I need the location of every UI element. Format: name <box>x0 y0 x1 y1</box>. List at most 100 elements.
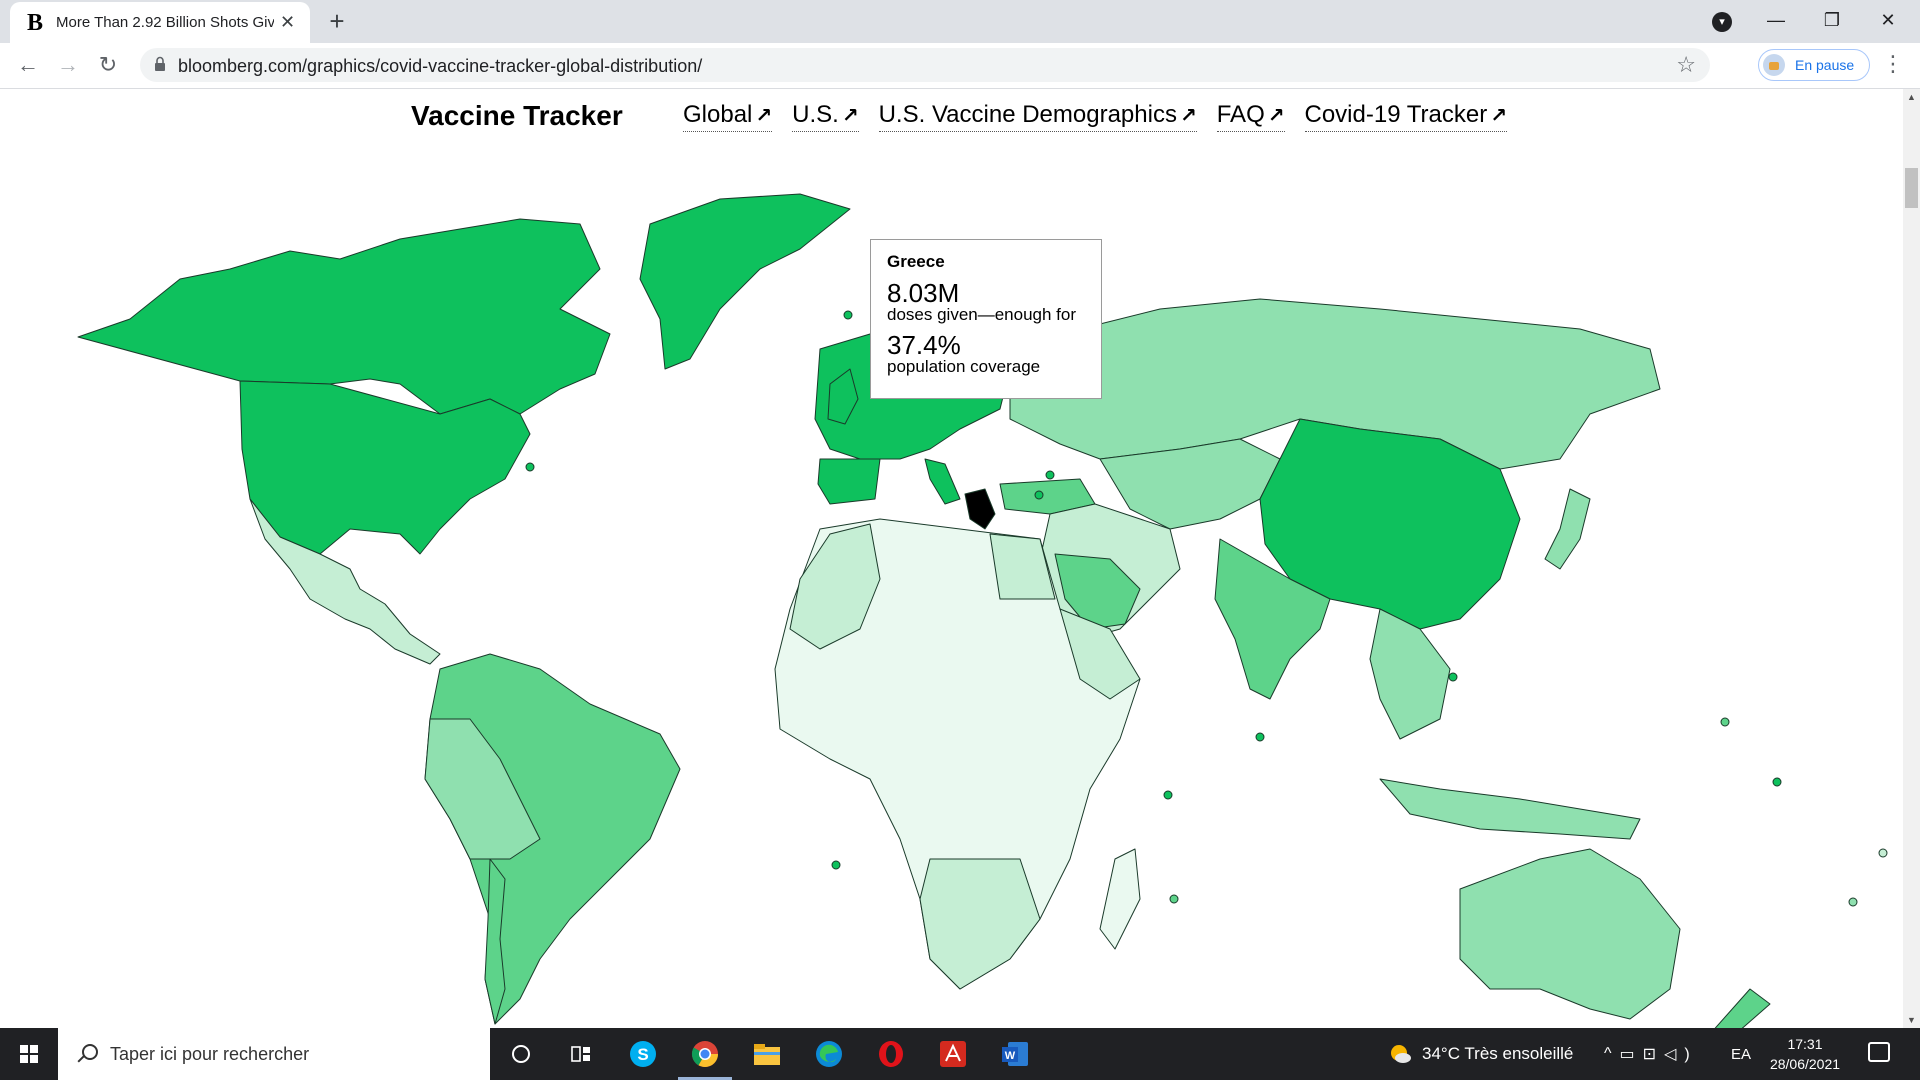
nav-us[interactable]: U.S. ↗ <box>792 101 859 132</box>
map-island-marker <box>843 310 853 320</box>
address-bar[interactable]: bloomberg.com/graphics/covid-vaccine-tra… <box>140 48 1710 82</box>
svg-text:W: W <box>1005 1050 1016 1062</box>
map-region-indonesia <box>1379 778 1641 840</box>
svg-text:S: S <box>637 1045 648 1064</box>
windows-logo-icon <box>20 1045 38 1063</box>
map-region-se-asia <box>1369 608 1451 740</box>
map-region-canada <box>77 218 611 415</box>
volume-icon[interactable]: ◁) <box>1664 1044 1698 1064</box>
nav-faq[interactable]: FAQ ↗ <box>1216 101 1285 132</box>
chrome-icon[interactable] <box>674 1028 736 1080</box>
search-placeholder: Taper ici pour rechercher <box>110 1043 310 1064</box>
map-region-usa <box>239 380 531 555</box>
new-tab-button[interactable]: + <box>322 6 352 36</box>
site-brand[interactable]: Vaccine Tracker <box>411 100 623 132</box>
clock-date: 28/06/2021 <box>1769 1056 1841 1072</box>
weather-widget[interactable]: 34°C Très ensoleillé <box>1388 1028 1573 1080</box>
menu-dots-icon[interactable]: ⋮ <box>1882 51 1904 77</box>
cortana-icon[interactable] <box>490 1028 552 1080</box>
map-region-iberia <box>817 458 881 505</box>
tooltip-coverage-label: population coverage <box>887 357 1041 376</box>
web-page: Vaccine Tracker Global ↗ U.S. ↗ U.S. Vacci… <box>0 89 1903 1028</box>
map-island-marker <box>1045 470 1055 480</box>
tab-search-icon[interactable]: ▾ <box>1712 12 1732 32</box>
close-tab-icon[interactable]: ✕ <box>280 12 295 33</box>
site-nav: Global ↗ U.S. ↗ U.S. Vaccine Demographics ↗… <box>683 101 1527 132</box>
country-tooltip: Greece 8.03M doses given—enough for 37.4… <box>870 239 1102 399</box>
map-region-greenland <box>639 193 851 370</box>
system-tray-icons[interactable]: ^ ▭ ⊡ ◁) <box>1604 1028 1698 1080</box>
arrow-ne-icon: ↗ <box>1267 105 1285 127</box>
avatar <box>1763 54 1785 76</box>
search-icon <box>76 1043 98 1065</box>
map-island-marker <box>1034 490 1044 500</box>
skype-icon[interactable]: S <box>612 1028 674 1080</box>
tooltip-coverage: 37.4% <box>887 330 961 360</box>
map-island-marker <box>1720 717 1730 727</box>
minimize-button[interactable]: — <box>1748 0 1804 40</box>
tab-strip: B More Than 2.92 Billion Shots Given ✕ +… <box>0 0 1920 43</box>
profile-button[interactable]: En pause <box>1758 49 1870 81</box>
tooltip-doses: 8.03M <box>887 278 960 308</box>
network-icon[interactable]: ⊡ <box>1643 1044 1664 1064</box>
taskbar-search[interactable]: Taper ici pour rechercher <box>58 1028 490 1080</box>
file-explorer-icon[interactable] <box>736 1028 798 1080</box>
battery-icon[interactable]: ▭ <box>1620 1044 1643 1064</box>
profile-status: En pause <box>1795 57 1855 73</box>
tab-title: More Than 2.92 Billion Shots Given <box>56 14 274 31</box>
notification-center-icon[interactable] <box>1868 1042 1890 1062</box>
lock-icon[interactable] <box>154 56 166 72</box>
arrow-ne-icon: ↗ <box>841 105 859 127</box>
tooltip-country: Greece <box>887 252 945 271</box>
clock-time: 17:31 <box>1787 1036 1823 1052</box>
map-region-japan <box>1544 488 1591 570</box>
acrobat-icon[interactable] <box>922 1028 984 1080</box>
close-window-button[interactable]: ✕ <box>1860 0 1916 40</box>
arrow-ne-icon: ↗ <box>1179 105 1197 127</box>
language-indicator[interactable]: EA <box>1731 1028 1751 1080</box>
map-island-marker <box>525 462 535 472</box>
weather-text: 34°C Très ensoleillé <box>1422 1044 1574 1063</box>
map-island-marker <box>1255 732 1265 742</box>
map-region-new-zealand <box>1714 988 1771 1028</box>
browser-toolbar: ← → ↻ bloomberg.com/graphics/covid-vacci… <box>0 43 1920 89</box>
opera-icon[interactable] <box>860 1028 922 1080</box>
word-icon[interactable]: W <box>984 1028 1046 1080</box>
reload-button[interactable]: ↻ <box>92 49 124 81</box>
forward-button[interactable]: → <box>52 49 84 81</box>
url-text[interactable]: bloomberg.com/graphics/covid-vaccine-tra… <box>178 56 702 77</box>
chevron-up-icon[interactable]: ^ <box>1604 1045 1620 1063</box>
map-island-marker <box>1878 848 1888 858</box>
arrow-ne-icon: ↗ <box>755 105 773 127</box>
scrollbar-thumb[interactable] <box>1905 168 1918 208</box>
bookmark-star-icon[interactable]: ☆ <box>1676 52 1696 78</box>
nav-us-demographics[interactable]: U.S. Vaccine Demographics ↗ <box>878 101 1197 132</box>
nav-global[interactable]: Global ↗ <box>683 101 773 132</box>
map-region-greece <box>964 488 996 530</box>
map-island-marker <box>1772 777 1782 787</box>
bloomberg-favicon: B <box>26 9 43 36</box>
map-island-marker <box>1169 894 1179 904</box>
map-island-marker <box>1448 672 1458 682</box>
map-island-marker <box>1848 897 1858 907</box>
map-region-australia <box>1459 848 1681 1020</box>
map-island-marker <box>1163 790 1173 800</box>
map-island-marker <box>831 860 841 870</box>
start-button[interactable] <box>0 1028 58 1080</box>
scroll-up-icon[interactable]: ▲ <box>1907 92 1916 102</box>
back-button[interactable]: ← <box>12 49 44 81</box>
task-view-icon[interactable] <box>550 1028 612 1080</box>
browser-tab[interactable]: B More Than 2.92 Billion Shots Given ✕ <box>10 2 310 43</box>
map-region-italy <box>924 458 961 505</box>
windows-taskbar: Taper ici pour rechercher S W 34°C Très … <box>0 1028 1920 1080</box>
map-region-madagascar <box>1099 848 1141 950</box>
edge-icon[interactable] <box>798 1028 860 1080</box>
scroll-down-icon[interactable]: ▼ <box>1907 1015 1916 1025</box>
restore-button[interactable]: ❐ <box>1804 0 1860 40</box>
clock[interactable]: 17:31 28/06/2021 <box>1762 1034 1848 1074</box>
page-scrollbar[interactable]: ▲ ▼ <box>1903 89 1920 1028</box>
tooltip-doses-label: doses given—enough for <box>887 305 1077 324</box>
arrow-ne-icon: ↗ <box>1490 105 1507 127</box>
nav-covid-tracker[interactable]: Covid-19 Tracker ↗ <box>1304 101 1507 132</box>
sun-cloud-icon <box>1391 1045 1411 1063</box>
